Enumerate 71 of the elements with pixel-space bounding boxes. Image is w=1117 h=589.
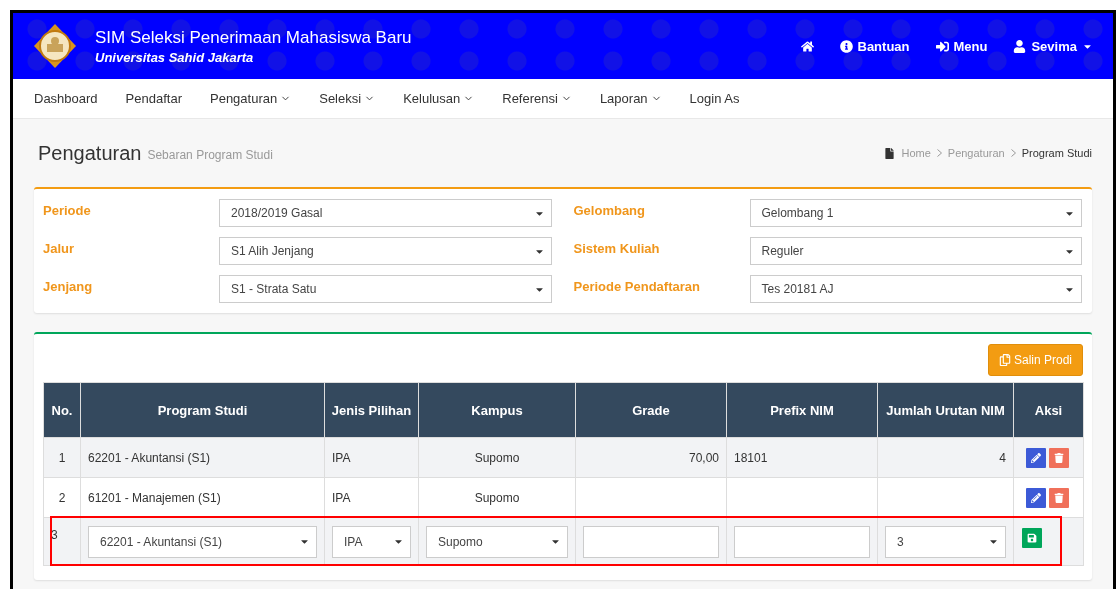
menu-link[interactable]: Menu [935, 38, 988, 54]
filter-label: Gelombang [573, 202, 646, 218]
filter-label: Sistem Kuliah [573, 240, 661, 256]
column-header: Aksi [1013, 382, 1084, 438]
table-cell: 4 [877, 437, 1014, 478]
home-icon [800, 39, 814, 53]
app-title: SIM Seleksi Penerimaan Mahasiswa Baru [95, 27, 412, 48]
grade-input[interactable] [583, 525, 719, 558]
table-cell: 70,00 [575, 437, 727, 478]
row-number: 2 [43, 477, 81, 518]
table-cell: 62201 - Akuntansi (S1) [80, 437, 325, 478]
filter-select[interactable]: S1 Alih Jenjang [219, 237, 552, 265]
jumlah-select[interactable]: 3 [885, 525, 1006, 558]
sign-in-icon [935, 39, 949, 53]
nav-item[interactable]: Laporan [599, 91, 662, 106]
program-select[interactable]: 62201 - Akuntansi (S1) [88, 525, 317, 558]
table-cell: 18101 [726, 437, 878, 478]
save-icon [1027, 533, 1037, 543]
kampus-select[interactable]: Supomo [426, 525, 568, 558]
filter-select[interactable]: 2018/2019 Gasal [219, 199, 552, 227]
row-number: 3 [43, 517, 81, 566]
column-header: Jenis Pilihan [324, 382, 419, 438]
filter-select[interactable]: Reguler [749, 237, 1082, 265]
nav-item[interactable]: Referensi [502, 91, 572, 106]
filter-label: Jenjang [43, 278, 94, 294]
nav-item[interactable]: Pendaftar [125, 91, 182, 106]
table-cell: IPA [324, 437, 419, 478]
column-header: Prefix NIM [726, 382, 878, 438]
nav-item[interactable]: Login As [689, 91, 740, 106]
help-link[interactable]: Bantuan [839, 38, 910, 54]
column-header: Grade [575, 382, 727, 438]
home-link[interactable] [800, 39, 814, 53]
filter-label: Periode [43, 202, 92, 218]
logo-icon [33, 23, 77, 69]
filter-label: Periode Pendaftaran [573, 278, 701, 294]
edit-button[interactable] [1025, 447, 1046, 468]
chevron-icon [936, 149, 942, 157]
user-icon [1013, 39, 1027, 53]
column-header: Kampus [418, 382, 576, 438]
university-name: Universitas Sahid Jakarta [95, 49, 255, 65]
save-button[interactable] [1022, 528, 1042, 548]
column-header: No. [43, 382, 81, 438]
filter-select[interactable]: Tes 20181 AJ [749, 275, 1082, 303]
delete-button[interactable] [1048, 487, 1069, 508]
pencil-icon [1030, 492, 1041, 503]
page-subtitle: Sebaran Program Studi [147, 148, 273, 162]
edit-button[interactable] [1025, 487, 1046, 508]
filter-select[interactable]: Gelombang 1 [749, 199, 1082, 227]
filter-label: Jalur [43, 240, 76, 256]
nav-item[interactable]: Kelulusan [403, 91, 475, 106]
trash-icon [1053, 452, 1064, 463]
prefix-input[interactable] [734, 525, 870, 558]
nav-item[interactable]: Pengaturan [210, 91, 292, 106]
filter-select[interactable]: S1 - Strata Satu [219, 275, 552, 303]
nav-item[interactable]: Seleksi [319, 91, 376, 106]
breadcrumb-link[interactable]: Program Studi [1021, 147, 1092, 159]
info-icon [839, 39, 853, 53]
page-title: Pengaturan [38, 141, 142, 165]
delete-button[interactable] [1048, 447, 1069, 468]
pencil-icon [1030, 452, 1041, 463]
jenis-select[interactable]: IPA [332, 525, 411, 558]
nav-item[interactable]: Dashboard [34, 91, 98, 106]
copy-icon [998, 354, 1011, 366]
column-header: Program Studi [80, 382, 325, 438]
table-cell: Supomo [418, 437, 576, 478]
column-header: Jumlah Urutan NIM [877, 382, 1014, 438]
trash-icon [1053, 492, 1064, 503]
file-icon [884, 147, 896, 159]
row-number: 1 [43, 437, 81, 478]
user-link[interactable]: Sevima [1013, 38, 1093, 54]
chevron-icon [1010, 149, 1016, 157]
